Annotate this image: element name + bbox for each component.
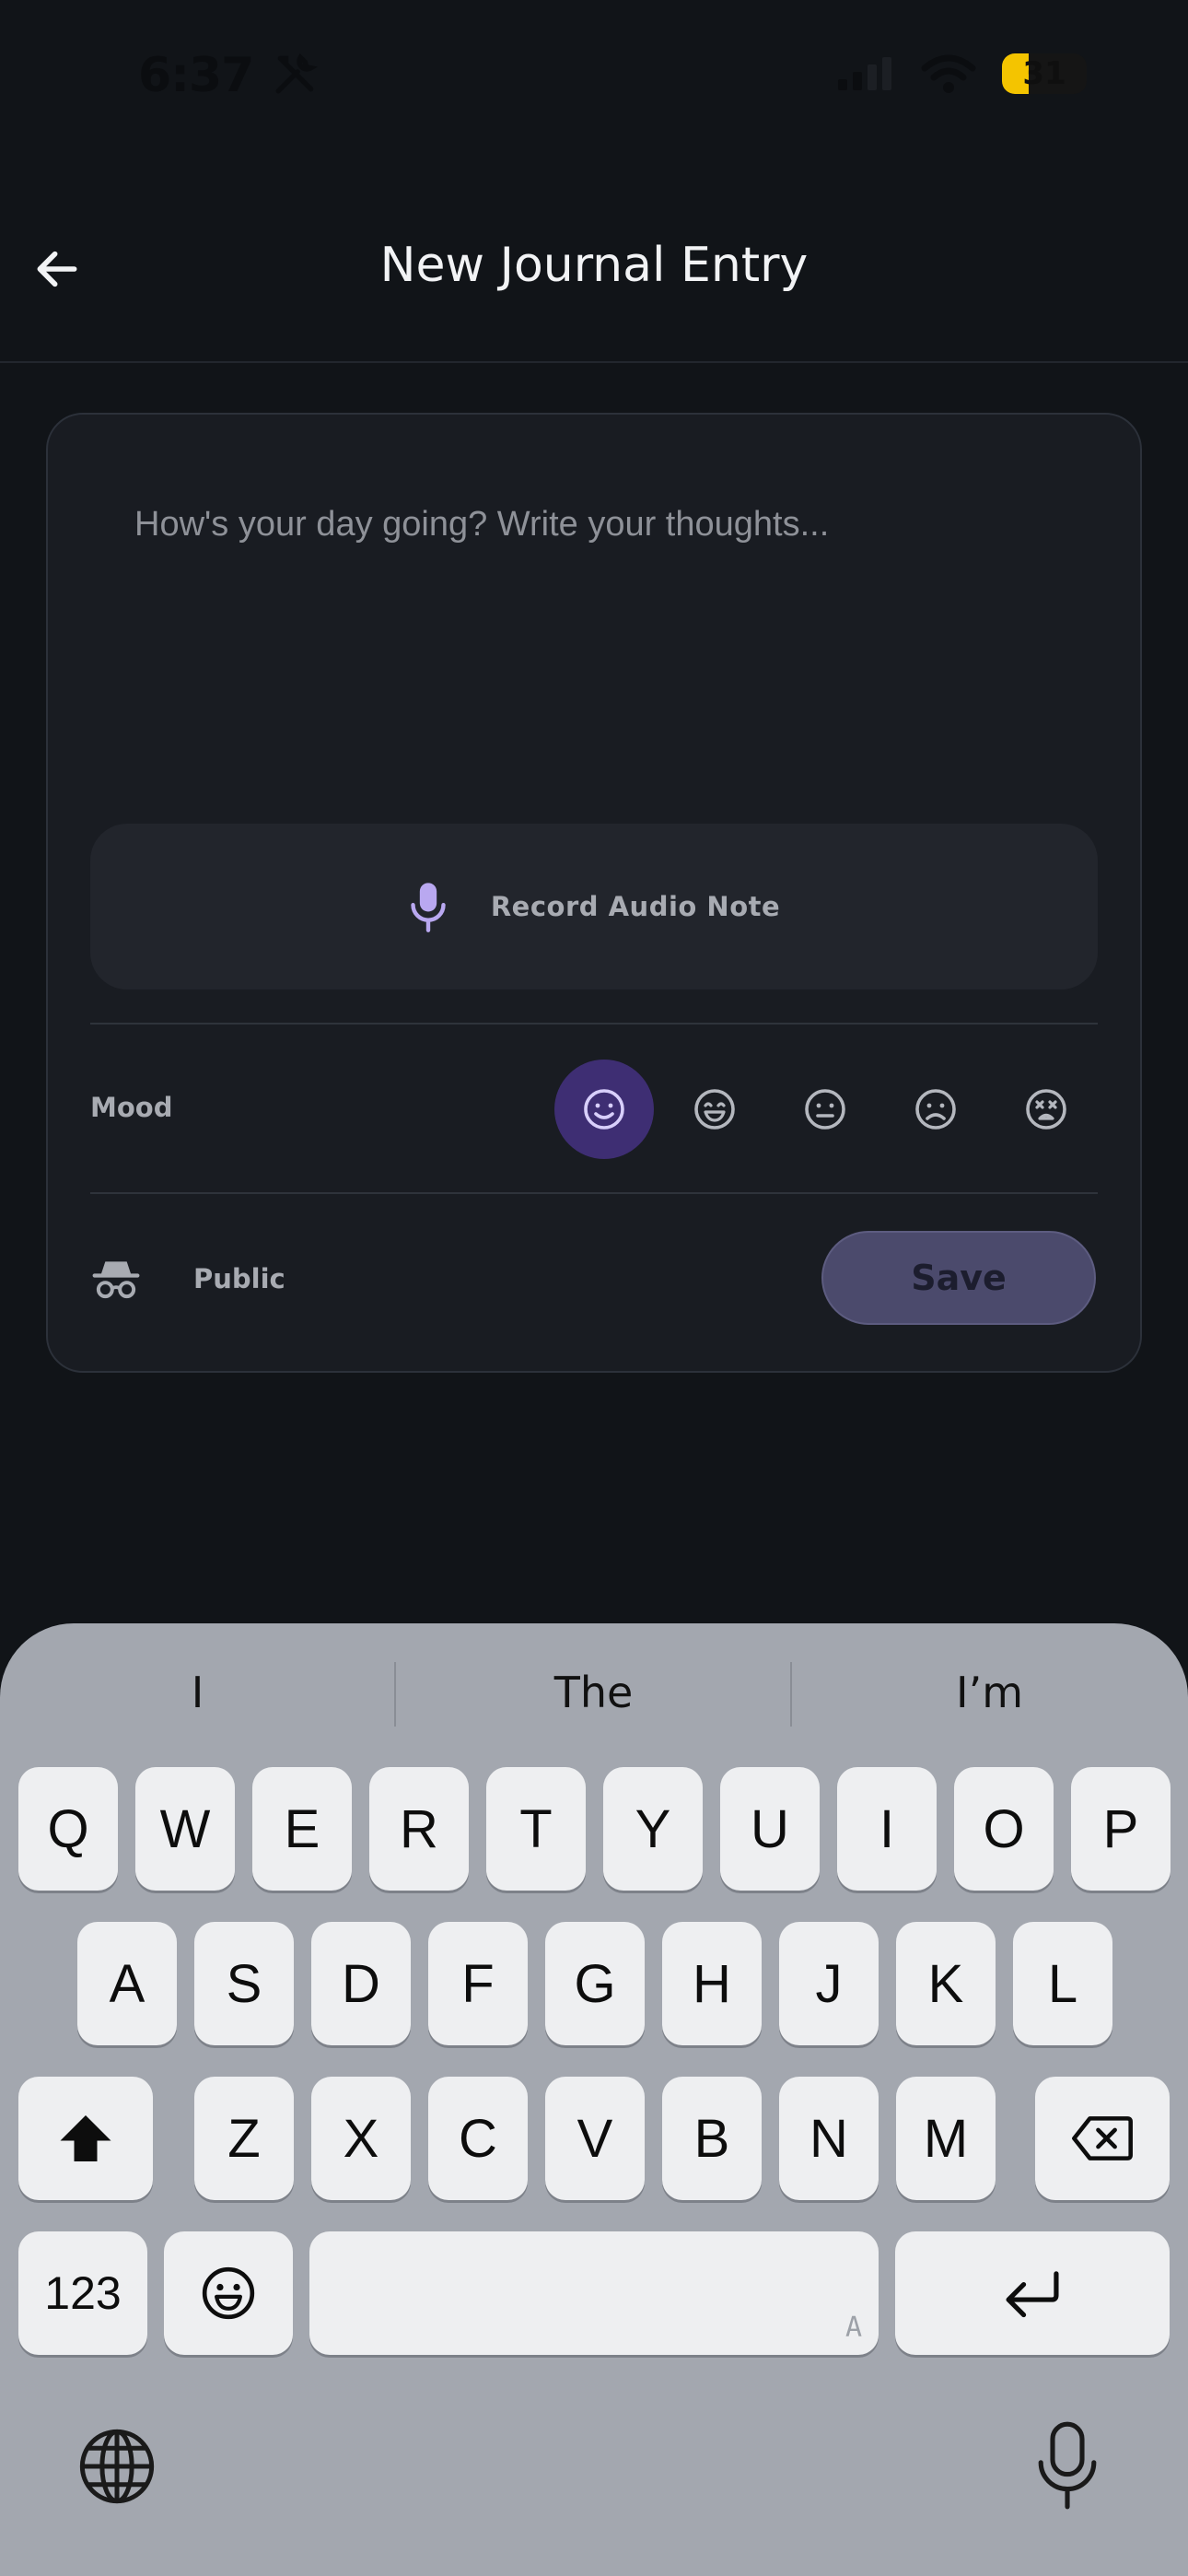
key-t[interactable]: T bbox=[486, 1767, 586, 1891]
key-f[interactable]: F bbox=[428, 1922, 528, 2045]
key-x[interactable]: X bbox=[311, 2077, 411, 2200]
status-icons: 31 bbox=[836, 53, 1087, 94]
delete-key[interactable] bbox=[1035, 2077, 1170, 2200]
record-audio-label: Record Audio Note bbox=[490, 891, 781, 922]
key-e[interactable]: E bbox=[252, 1767, 352, 1891]
key-l[interactable]: L bbox=[1013, 1922, 1112, 2045]
shift-icon bbox=[60, 2115, 111, 2161]
visibility-label: Public bbox=[193, 1263, 285, 1294]
key-i[interactable]: I bbox=[837, 1767, 937, 1891]
mood-label: Mood bbox=[90, 1092, 173, 1123]
smile-icon bbox=[584, 1089, 624, 1130]
microphone-icon bbox=[1038, 2421, 1097, 2510]
mood-divider-bottom bbox=[90, 1192, 1098, 1194]
laugh-icon bbox=[694, 1089, 735, 1130]
key-y[interactable]: Y bbox=[603, 1767, 703, 1891]
key-j[interactable]: J bbox=[779, 1922, 879, 2045]
numbers-key[interactable]: 123 bbox=[18, 2231, 147, 2355]
record-audio-button[interactable]: Record Audio Note bbox=[90, 824, 1098, 989]
mood-laugh-button[interactable] bbox=[665, 1060, 764, 1159]
key-d[interactable]: D bbox=[311, 1922, 411, 2045]
key-g[interactable]: G bbox=[545, 1922, 645, 2045]
header-divider bbox=[0, 361, 1188, 363]
sad-face-icon bbox=[915, 1089, 956, 1130]
mood-divider-top bbox=[90, 1023, 1098, 1025]
space-key-hint: A bbox=[844, 2312, 862, 2344]
mood-smile-button[interactable] bbox=[554, 1060, 654, 1159]
wifi-icon bbox=[921, 54, 976, 93]
key-s[interactable]: S bbox=[194, 1922, 294, 2045]
suggestion-1[interactable]: I bbox=[0, 1658, 395, 1727]
key-b[interactable]: B bbox=[662, 2077, 762, 2200]
key-a[interactable]: A bbox=[77, 1922, 177, 2045]
return-key[interactable] bbox=[895, 2231, 1170, 2355]
emoji-icon bbox=[202, 2266, 255, 2320]
save-button[interactable]: Save bbox=[821, 1231, 1096, 1325]
visibility-toggle[interactable]: Public bbox=[90, 1246, 285, 1312]
battery-level: 31 bbox=[1022, 55, 1066, 92]
key-v[interactable]: V bbox=[545, 2077, 645, 2200]
mood-sad-button[interactable] bbox=[886, 1060, 985, 1159]
globe-key[interactable] bbox=[77, 2427, 157, 2510]
neutral-face-icon bbox=[805, 1089, 845, 1130]
page-title: New Journal Entry bbox=[379, 238, 809, 293]
suggestion-3[interactable]: I’m bbox=[792, 1658, 1187, 1727]
space-key[interactable]: A bbox=[309, 2231, 879, 2355]
shift-key[interactable] bbox=[18, 2077, 153, 2200]
dizzy-face-icon bbox=[1026, 1089, 1066, 1130]
key-k[interactable]: K bbox=[896, 1922, 996, 2045]
key-p[interactable]: P bbox=[1071, 1767, 1171, 1891]
dictation-key[interactable] bbox=[1031, 2421, 1103, 2513]
status-time: 6:37 bbox=[138, 48, 319, 103]
backspace-icon bbox=[1072, 2116, 1133, 2160]
key-m[interactable]: M bbox=[896, 2077, 996, 2200]
key-u[interactable]: U bbox=[720, 1767, 820, 1891]
journal-text-input[interactable] bbox=[134, 505, 1055, 781]
suggestion-2[interactable]: The bbox=[396, 1658, 791, 1727]
incognito-icon bbox=[92, 1261, 140, 1299]
microphone-icon bbox=[411, 883, 446, 932]
key-z[interactable]: Z bbox=[194, 2077, 294, 2200]
key-q[interactable]: Q bbox=[18, 1767, 118, 1891]
key-h[interactable]: H bbox=[662, 1922, 762, 2045]
key-n[interactable]: N bbox=[779, 2077, 879, 2200]
mood-neutral-button[interactable] bbox=[775, 1060, 875, 1159]
key-r[interactable]: R bbox=[369, 1767, 469, 1891]
mood-dizzy-button[interactable] bbox=[996, 1060, 1096, 1159]
cellular-signal-icon bbox=[838, 57, 891, 90]
key-w[interactable]: W bbox=[135, 1767, 235, 1891]
emoji-key[interactable] bbox=[164, 2231, 293, 2355]
battery-indicator: 31 bbox=[1002, 53, 1087, 94]
tools-icon bbox=[275, 53, 319, 94]
return-icon bbox=[1006, 2271, 1059, 2318]
key-c[interactable]: C bbox=[428, 2077, 528, 2200]
key-o[interactable]: O bbox=[954, 1767, 1054, 1891]
globe-icon bbox=[79, 2429, 155, 2504]
